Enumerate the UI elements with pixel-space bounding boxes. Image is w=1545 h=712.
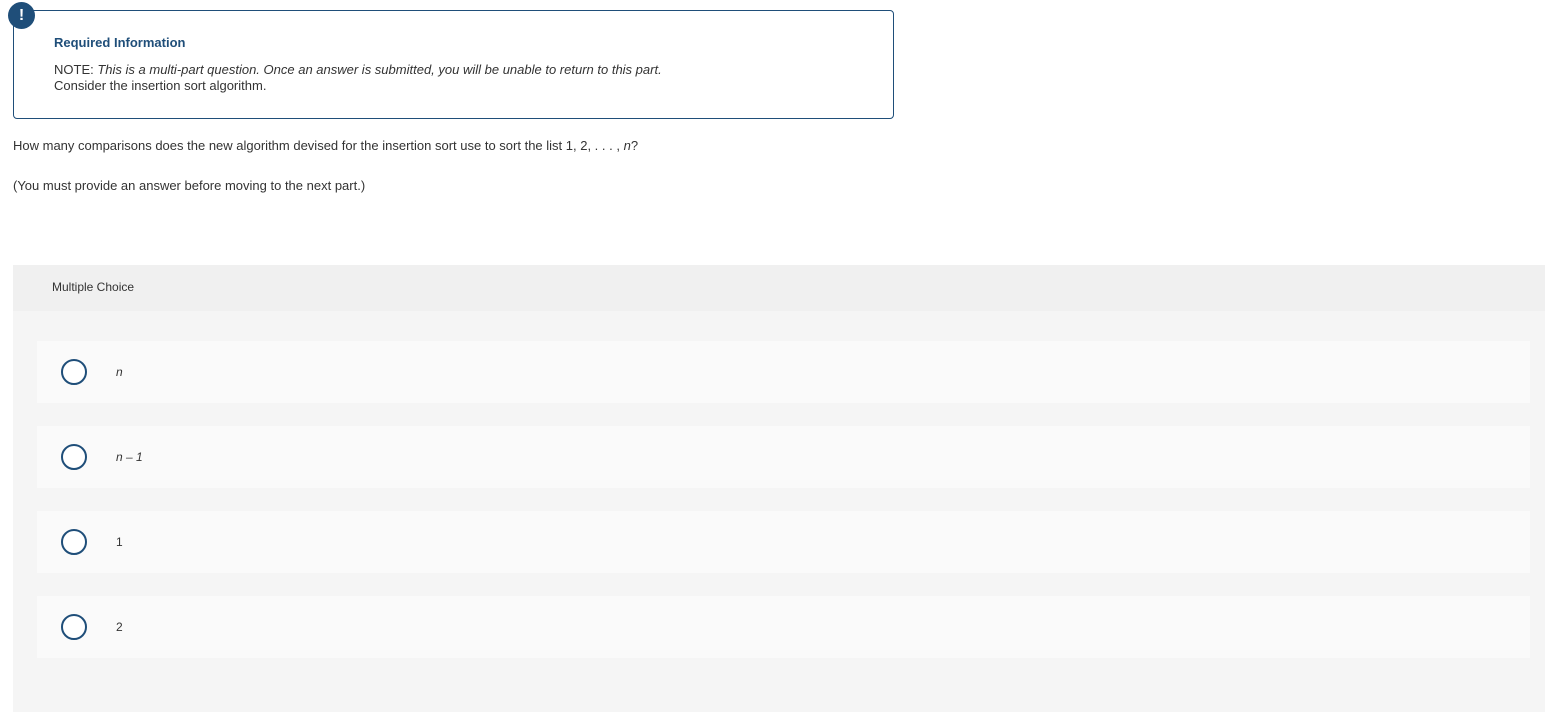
question-body: How many comparisons does the new algori… [13,138,620,153]
required-information-note: NOTE: This is a multi-part question. Onc… [54,62,662,94]
choice-option-4[interactable]: 2 [37,596,1530,658]
choice-label-4: 2 [116,620,123,634]
choice-label-2: n – 1 [116,450,143,464]
multiple-choice-header: Multiple Choice [13,265,1545,311]
required-information-box: Required Information NOTE: This is a mul… [13,10,894,119]
radio-button-4[interactable] [61,614,87,640]
question-suffix: ? [630,138,639,153]
note-text: This is a multi-part question. Once an a… [97,62,662,77]
choice-option-3[interactable]: 1 [37,511,1530,573]
choice-label-3: 1 [116,535,123,549]
alert-icon: ! [8,2,35,29]
question-variable: n [623,138,631,153]
multiple-choice-label: Multiple Choice [52,280,135,294]
note-context: Consider the insertion sort algorithm. [54,78,267,93]
required-information-title: Required Information [54,35,186,50]
note-prefix: NOTE: [54,62,94,77]
question-text: How many comparisons does the new algori… [13,138,638,153]
multiple-choice-panel: Multiple Choice n n – 1 1 2 [13,265,1545,712]
choice-option-2[interactable]: n – 1 [37,426,1530,488]
must-answer-note: (You must provide an answer before movin… [13,178,366,193]
radio-button-3[interactable] [61,529,87,555]
question-page: ! Required Information NOTE: This is a m… [0,0,1545,712]
radio-button-1[interactable] [61,359,87,385]
radio-button-2[interactable] [61,444,87,470]
choice-option-1[interactable]: n [37,341,1530,403]
choice-label-1: n [116,365,123,379]
